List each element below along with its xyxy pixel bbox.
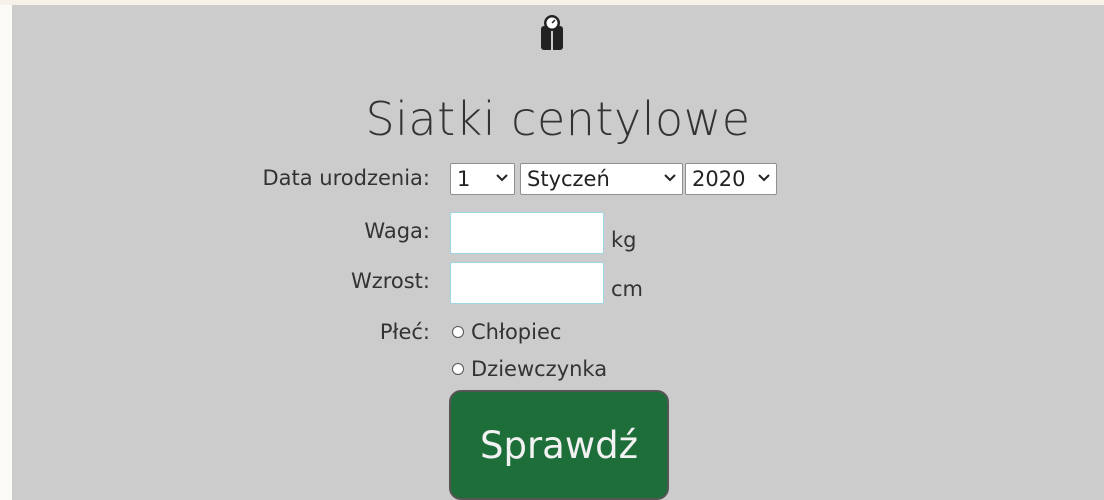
chevron-down-icon <box>664 174 676 182</box>
month-select[interactable]: Styczeń <box>520 163 683 195</box>
bathroom-scale-icon <box>541 15 563 50</box>
sex-option-girl-label: Dziewczynka <box>471 357 608 381</box>
sex-option-girl[interactable]: Dziewczynka <box>452 357 607 381</box>
radio-girl[interactable] <box>452 363 464 375</box>
page-title: Siatki centylowe <box>365 92 751 146</box>
chevron-down-icon <box>496 174 508 182</box>
month-select-value: Styczeń <box>527 167 610 191</box>
year-select-value: 2020 <box>692 167 746 191</box>
sex-option-boy-label: Chłopiec <box>471 320 562 344</box>
day-select-value: 1 <box>457 167 471 191</box>
weight-label: Waga: <box>364 219 430 243</box>
height-label: Wzrost: <box>350 269 430 293</box>
height-input[interactable] <box>450 262 604 304</box>
height-unit: cm <box>611 277 644 301</box>
weight-unit: kg <box>611 228 637 252</box>
radio-boy[interactable] <box>452 326 464 338</box>
submit-button[interactable]: Sprawdź <box>449 390 669 500</box>
day-select[interactable]: 1 <box>450 163 515 195</box>
birthdate-label: Data urodzenia: <box>262 166 430 190</box>
sex-option-boy[interactable]: Chłopiec <box>452 320 561 344</box>
weight-input[interactable] <box>450 212 604 254</box>
sex-label: Płeć: <box>379 320 430 344</box>
year-select[interactable]: 2020 <box>685 163 777 195</box>
chevron-down-icon <box>758 174 770 182</box>
